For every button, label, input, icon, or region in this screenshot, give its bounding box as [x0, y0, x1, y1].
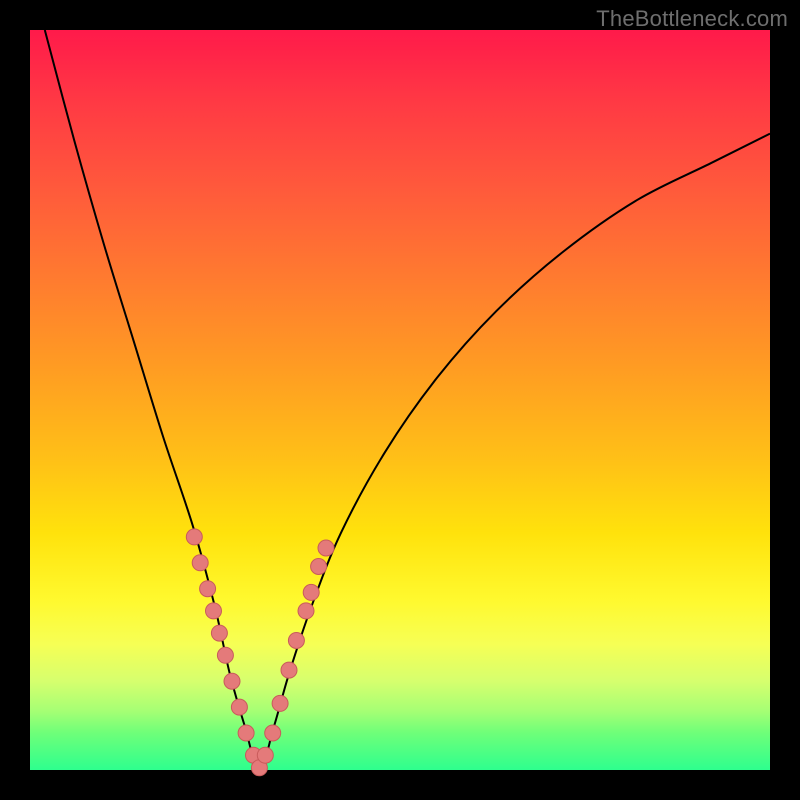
curve-marker — [200, 581, 216, 597]
curve-marker — [281, 662, 297, 678]
curve-marker — [298, 603, 314, 619]
curve-marker — [311, 559, 327, 575]
curve-marker — [217, 647, 233, 663]
curve-marker — [318, 540, 334, 556]
curve-marker — [224, 673, 240, 689]
curve-marker — [206, 603, 222, 619]
curve-marker — [192, 555, 208, 571]
curve-svg — [30, 30, 770, 770]
watermark-text: TheBottleneck.com — [596, 6, 788, 32]
curve-marker — [257, 747, 273, 763]
plot-area — [30, 30, 770, 770]
curve-marker — [288, 633, 304, 649]
curve-marker — [231, 699, 247, 715]
curve-marker — [265, 725, 281, 741]
curve-marker — [303, 584, 319, 600]
curve-marker — [272, 695, 288, 711]
curve-marker — [211, 625, 227, 641]
bottleneck-curve — [45, 30, 770, 770]
marker-group — [186, 529, 334, 776]
curve-marker — [238, 725, 254, 741]
curve-marker — [186, 529, 202, 545]
chart-frame: TheBottleneck.com — [0, 0, 800, 800]
